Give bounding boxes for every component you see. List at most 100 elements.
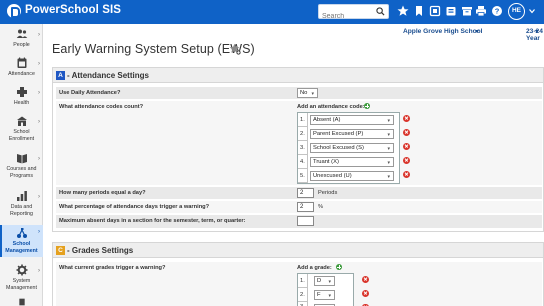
section-header: A - Attendance Settings [53, 68, 543, 83]
add-icon[interactable] [364, 103, 370, 109]
sidebar-item-school-enrollment[interactable]: School Enrollment › [0, 115, 43, 147]
select-value: School Excused (S) [313, 145, 364, 151]
grade-triggers-row: What current grades trigger a warning? A… [56, 262, 542, 306]
page-title: Early Warning System Setup (EWS) [52, 42, 255, 56]
grade-select[interactable]: D ▾ [314, 276, 335, 286]
select-value: Unexcused (U) [313, 173, 352, 179]
delete-icon[interactable] [403, 143, 410, 150]
field-label: How many periods equal a day? [59, 190, 146, 196]
svg-text:?: ? [495, 7, 500, 16]
chevron-right-icon: › [38, 90, 40, 96]
attendance-percentage-input[interactable]: 2 [297, 202, 314, 212]
delete-icon[interactable] [362, 276, 369, 283]
archive-box-icon[interactable] [461, 5, 473, 17]
use-daily-attendance-row: Use Daily Attendance? No ▾ [56, 87, 542, 99]
select-value: D [317, 278, 322, 284]
sidebar-item-school-management[interactable]: School Management › [0, 225, 43, 257]
sidebar-item-more[interactable] [0, 298, 43, 306]
print-icon[interactable] [475, 5, 487, 17]
top-bar: PowerSchool SIS ? HE [0, 0, 544, 24]
attendance-code-select[interactable]: Absent (A) ▾ [310, 115, 394, 125]
code-number: 2. [300, 131, 305, 137]
attendance-codes-row: What attendance codes count? Add an atte… [56, 101, 542, 185]
chevron-down-icon: ▾ [387, 132, 390, 138]
school-term-bar: Apple Grove High School 23-24 Year [43, 24, 544, 42]
add-icon[interactable] [336, 264, 342, 270]
app-title[interactable]: PowerSchool SIS [25, 4, 121, 16]
code-number: 3. [300, 145, 305, 151]
bookmark-icon[interactable] [413, 5, 425, 17]
chevron-down-icon: ▾ [328, 279, 331, 285]
document-icon [18, 298, 25, 306]
chevron-down-icon: ▾ [311, 91, 314, 97]
section-title: - Grades Settings [67, 245, 134, 255]
section-letter-badge: C [56, 246, 65, 255]
chevron-right-icon: › [38, 119, 40, 125]
school-enrollment-icon [16, 116, 27, 126]
search-input[interactable] [319, 10, 373, 23]
use-daily-attendance-select[interactable]: No ▾ [297, 88, 318, 98]
chevron-right-icon: › [38, 32, 40, 38]
data-reporting-icon [16, 191, 27, 201]
grade-number: 1. [300, 278, 305, 284]
sidebar-item-label: System Management [6, 278, 37, 291]
grades-settings-section: C - Grades Settings What current grades … [52, 242, 544, 306]
select-value: Absent (A) [313, 117, 341, 123]
sidebar-item-courses-and-programs[interactable]: Courses and Programs › [0, 152, 43, 184]
delete-icon[interactable] [362, 290, 369, 297]
select-value: F [317, 292, 321, 298]
section-letter-badge: A [56, 71, 65, 80]
attendance-code-select[interactable]: Parent Excused (P) ▾ [310, 129, 394, 139]
health-icon [16, 87, 27, 97]
attendance-code-select[interactable]: Truant (X) ▾ [310, 157, 394, 167]
chevron-down-icon[interactable] [529, 8, 535, 14]
add-favorite-icon[interactable] [229, 43, 241, 55]
grade-select[interactable]: F ▾ [314, 290, 335, 300]
sidebar-item-label: School Enrollment [8, 129, 35, 142]
sidebar-item-label: Health [13, 100, 30, 106]
sidebar-item-system-management[interactable]: System Management › [0, 264, 43, 296]
sidebar-item-label: Attendance [8, 71, 35, 77]
chevron-down-icon: ▾ [387, 146, 390, 152]
courses-icon [16, 154, 27, 164]
sidebar-item-label: People [13, 42, 30, 48]
field-label: Use Daily Attendance? [59, 90, 121, 96]
field-label: Maximum absent days in a section for the… [59, 218, 246, 224]
delete-icon[interactable] [403, 129, 410, 136]
grades-table: 1. D ▾ 2. F ▾ 3. D- [297, 273, 354, 306]
unit-label: % [318, 204, 324, 210]
max-absent-days-input[interactable] [297, 216, 314, 226]
sidebar-item-label: Courses and Programs [6, 166, 37, 179]
archive-icon[interactable] [445, 5, 457, 17]
user-avatar[interactable]: HE [508, 3, 525, 20]
sidebar-item-health[interactable]: Health › [0, 86, 43, 110]
periods-per-day-input[interactable]: 2 [297, 188, 314, 198]
select-value: No [300, 90, 308, 96]
powerschool-logo[interactable] [7, 4, 21, 18]
sidebar-item-data-and-reporting[interactable]: Data and Reporting › [0, 190, 43, 222]
star-icon[interactable] [397, 5, 409, 17]
field-label: What attendance codes count? [59, 104, 144, 110]
delete-icon[interactable] [403, 115, 410, 122]
school-selector[interactable]: Apple Grove High School [403, 28, 483, 35]
sidebar-item-label: Data and Reporting [10, 204, 33, 217]
chevron-right-icon: › [38, 268, 40, 274]
chevron-down-icon: ▾ [387, 160, 390, 166]
sidebar-item-attendance[interactable]: Attendance › [0, 57, 43, 81]
delete-icon[interactable] [403, 157, 410, 164]
attendance-icon [17, 57, 26, 68]
help-icon[interactable]: ? [491, 5, 503, 17]
select-value: Truant (X) [313, 159, 339, 165]
chevron-down-icon[interactable] [535, 30, 539, 33]
apps-icon[interactable] [429, 5, 441, 17]
attendance-code-select[interactable]: School Excused (S) ▾ [310, 143, 394, 153]
search-icon[interactable] [376, 7, 385, 16]
chevron-down-icon[interactable] [475, 30, 479, 33]
attendance-code-select[interactable]: Unexcused (U) ▾ [310, 171, 394, 181]
search-box[interactable] [318, 4, 389, 23]
sidebar-item-people[interactable]: People › [0, 28, 43, 52]
select-value: Parent Excused (P) [313, 131, 364, 137]
delete-icon[interactable] [403, 171, 410, 178]
chevron-right-icon: › [38, 194, 40, 200]
grade-number: 2. [300, 292, 305, 298]
